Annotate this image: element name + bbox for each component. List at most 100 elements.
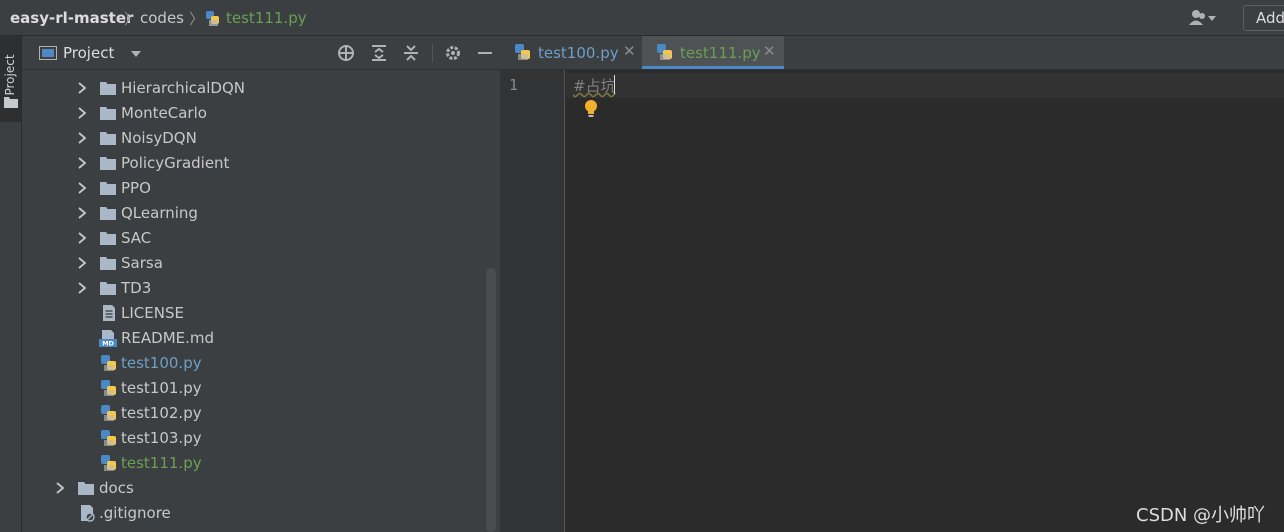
tree-item-test103[interactable]: test103.py bbox=[22, 426, 500, 451]
folder-icon bbox=[100, 132, 116, 145]
tree-item-noisydqn[interactable]: NoisyDQN bbox=[22, 126, 500, 151]
tree-item-sac[interactable]: SAC bbox=[22, 226, 500, 251]
text-file-icon bbox=[103, 305, 115, 321]
chevron-down-icon[interactable] bbox=[130, 50, 142, 58]
chevron-right-icon[interactable] bbox=[76, 131, 88, 145]
tree-item-label: QLearning bbox=[121, 204, 198, 222]
user-icon bbox=[1189, 10, 1216, 25]
python-file-icon bbox=[101, 355, 116, 371]
close-icon[interactable]: ✕ bbox=[623, 42, 636, 60]
tree-item-sarsa[interactable]: Sarsa bbox=[22, 251, 500, 276]
folder-icon bbox=[100, 207, 116, 220]
code-editor[interactable]: #占坑 bbox=[566, 70, 1284, 532]
collapse-all-icon[interactable] bbox=[402, 44, 420, 62]
tree-item-license[interactable]: LICENSE bbox=[22, 301, 500, 326]
tree-item-ppo[interactable]: PPO bbox=[22, 176, 500, 201]
tab-test100[interactable]: test100.py ✕ bbox=[500, 36, 640, 69]
python-file-icon bbox=[101, 455, 116, 471]
lightbulb-icon[interactable] bbox=[583, 99, 599, 119]
folder-icon bbox=[100, 182, 116, 195]
chevron-right-icon[interactable] bbox=[76, 206, 88, 220]
folder-icon bbox=[100, 157, 116, 170]
minimize-icon[interactable] bbox=[476, 44, 494, 62]
tree-item-td3[interactable]: TD3 bbox=[22, 276, 500, 301]
line-number-gutter: 1 bbox=[500, 70, 565, 532]
tree-item-test101[interactable]: test101.py bbox=[22, 376, 500, 401]
chevron-right-icon[interactable] bbox=[76, 181, 88, 195]
breadcrumb-file[interactable]: test111.py bbox=[226, 9, 307, 27]
tree-item-label: Sarsa bbox=[121, 254, 163, 272]
project-view-icon bbox=[39, 46, 57, 60]
project-tool-tab[interactable]: Project bbox=[0, 36, 21, 122]
markdown-file-icon: MD bbox=[99, 330, 117, 348]
folder-icon bbox=[100, 282, 116, 295]
tree-item-test102[interactable]: test102.py bbox=[22, 401, 500, 426]
close-icon[interactable]: ✕ bbox=[763, 42, 776, 60]
python-file-icon bbox=[204, 9, 222, 31]
tree-item-label: NoisyDQN bbox=[121, 129, 197, 147]
tree-item-label: LICENSE bbox=[121, 304, 184, 322]
tree-item-policygradient[interactable]: PolicyGradient bbox=[22, 151, 500, 176]
project-panel-header: Project bbox=[22, 36, 500, 70]
tab-test111[interactable]: test111.py ✕ bbox=[642, 36, 784, 69]
tree-item-qlearning[interactable]: QLearning bbox=[22, 201, 500, 226]
folder-icon bbox=[100, 107, 116, 120]
tree-item-label: SAC bbox=[121, 229, 152, 247]
tree-item-label: HierarchicalDQN bbox=[121, 79, 245, 97]
tree-item-gitignore[interactable]: .gitignore bbox=[22, 501, 500, 526]
tree-item-test111[interactable]: test111.py bbox=[22, 451, 500, 476]
chevron-right-icon[interactable] bbox=[76, 106, 88, 120]
tree-item-label: TD3 bbox=[121, 279, 152, 297]
code-line[interactable]: #占坑 bbox=[573, 75, 616, 96]
folder-icon bbox=[4, 97, 18, 108]
tree-item-label: MonteCarlo bbox=[121, 104, 207, 122]
vertical-scrollbar[interactable] bbox=[486, 268, 496, 532]
breadcrumb-folder[interactable]: codes bbox=[140, 9, 184, 27]
tree-item-hierarchicaldqn[interactable]: HierarchicalDQN bbox=[22, 76, 500, 101]
gear-icon[interactable] bbox=[444, 44, 462, 62]
line-number: 1 bbox=[509, 76, 519, 94]
tree-item-docs[interactable]: docs bbox=[22, 476, 500, 501]
breadcrumb-project[interactable]: easy-rl-master bbox=[10, 9, 133, 27]
watermark: CSDN @小帅吖 bbox=[1136, 505, 1266, 526]
tree-item-test100[interactable]: test100.py bbox=[22, 351, 500, 376]
tree-item-label: PPO bbox=[121, 179, 151, 197]
folder-icon bbox=[100, 82, 116, 95]
tree-item-montecarlo[interactable]: MonteCarlo bbox=[22, 101, 500, 126]
breadcrumb-separator: 〉 bbox=[189, 10, 205, 28]
add-configuration-button[interactable]: Add bbox=[1243, 5, 1284, 31]
chevron-right-icon[interactable] bbox=[76, 281, 88, 295]
chevron-right-icon[interactable] bbox=[76, 81, 88, 95]
chevron-right-icon[interactable] bbox=[76, 156, 88, 170]
tool-window-strip: Project bbox=[0, 36, 22, 532]
python-file-icon bbox=[101, 380, 116, 396]
editor-tab-bar: test100.py ✕ test111.py ✕ bbox=[500, 36, 1284, 70]
toolbar-divider bbox=[432, 44, 433, 62]
tree-item-label: test111.py bbox=[121, 454, 202, 472]
expand-all-icon[interactable] bbox=[370, 44, 388, 62]
chevron-right-icon[interactable] bbox=[76, 256, 88, 270]
tree-item-label: .gitignore bbox=[99, 504, 171, 522]
folder-icon bbox=[100, 232, 116, 245]
text-caret bbox=[614, 75, 615, 94]
user-menu-button[interactable] bbox=[1186, 6, 1226, 30]
tab-label: test111.py bbox=[680, 44, 761, 62]
locate-icon[interactable] bbox=[337, 44, 355, 62]
svg-text:MD: MD bbox=[102, 340, 114, 348]
folder-icon bbox=[100, 257, 116, 270]
tree-item-readme[interactable]: MD README.md bbox=[22, 326, 500, 351]
tree-item-label: README.md bbox=[121, 329, 215, 347]
navigation-bar: easy-rl-master 〉 codes 〉 test111.py Add bbox=[0, 0, 1284, 36]
python-file-icon bbox=[101, 430, 116, 446]
python-file-icon bbox=[515, 44, 530, 60]
tree-item-label: PolicyGradient bbox=[121, 154, 230, 172]
tree-item-label: test102.py bbox=[121, 404, 202, 422]
project-panel-title[interactable]: Project bbox=[63, 44, 114, 62]
tree-item-label: test100.py bbox=[121, 354, 202, 372]
folder-icon bbox=[78, 482, 94, 495]
chevron-right-icon[interactable] bbox=[76, 231, 88, 245]
breadcrumb-separator: 〉 bbox=[124, 10, 140, 28]
chevron-right-icon[interactable] bbox=[54, 481, 66, 495]
tree-item-label: test103.py bbox=[121, 429, 202, 447]
python-file-icon bbox=[657, 44, 672, 60]
